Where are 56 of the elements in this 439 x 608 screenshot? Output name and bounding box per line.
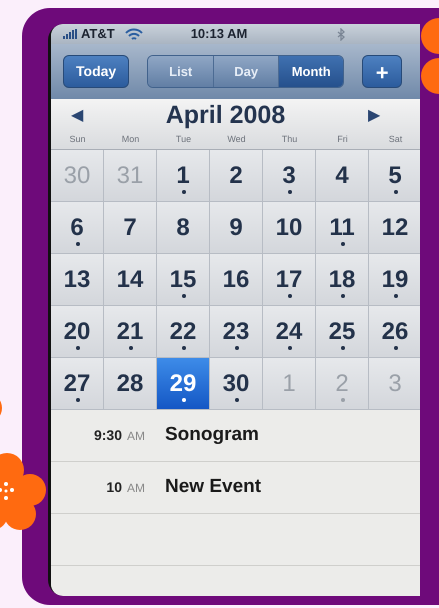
carrier-name: AT&T [81,25,115,44]
event-period: AM [127,428,145,445]
day-cell[interactable]: 28 [104,358,157,410]
day-cell[interactable]: 4 [316,150,369,202]
day-cell[interactable]: 25 [316,306,369,358]
weekday-label: Sun [68,133,86,146]
weekday-label: Mon [120,133,140,146]
clock-time: 10:13 AM [190,25,248,44]
day-cell[interactable]: 13 [51,254,104,306]
day-cell[interactable]: 1 [157,150,210,202]
day-cell[interactable]: 20 [51,306,104,358]
day-cell[interactable]: 9 [210,202,263,254]
add-button[interactable]: + [362,55,402,88]
day-cell[interactable]: 21 [104,306,157,358]
day-cell[interactable]: 15 [157,254,210,306]
day-cell[interactable]: 17 [263,254,316,306]
weekday-label: Tue [174,133,192,146]
event-row[interactable]: 10 AM New Event [51,462,420,514]
signal-icon [63,29,79,39]
event-title: New Event [165,475,262,500]
event-time: 10 [106,478,122,497]
event-title: Sonogram [165,423,259,448]
day-cell[interactable]: 8 [157,202,210,254]
event-time: 9:30 [94,426,122,445]
day-cell[interactable]: 22 [157,306,210,358]
day-cell[interactable]: 6 [51,202,104,254]
bluetooth-icon [337,28,346,40]
day-cell[interactable]: 18 [316,254,369,306]
weekday-label: Sat [388,133,404,146]
day-cell[interactable]: 30 [210,358,263,410]
weekday-label: Thu [280,133,298,146]
day-cell[interactable]: 10 [263,202,316,254]
event-row[interactable]: 9:30 AM Sonogram [51,410,420,462]
day-cell[interactable]: 26 [369,306,420,358]
day-cell[interactable]: 3 [263,150,316,202]
day-cell[interactable]: 5 [369,150,420,202]
day-cell[interactable]: 29 [157,358,210,410]
next-month-button[interactable]: ▶ [362,104,386,128]
day-cell[interactable]: 2 [210,150,263,202]
day-cell[interactable]: 7 [104,202,157,254]
day-cell[interactable]: 16 [210,254,263,306]
weekday-label: Wed [226,133,247,146]
today-button[interactable]: Today [63,55,130,88]
day-cell[interactable]: 24 [263,306,316,358]
weekday-label: Fri [336,133,349,146]
day-cell[interactable]: 14 [104,254,157,306]
previous-month-button[interactable]: ◀ [65,104,89,128]
day-cell[interactable]: 23 [210,306,263,358]
view-tab[interactable]: Month [278,56,344,87]
event-period: AM [127,480,145,497]
day-cell[interactable]: 19 [369,254,420,306]
month-title: April 2008 [164,100,286,132]
day-cell[interactable]: 27 [51,358,104,410]
day-cell[interactable]: 11 [316,202,369,254]
day-cell[interactable]: 12 [369,202,420,254]
wifi-icon [124,28,143,40]
